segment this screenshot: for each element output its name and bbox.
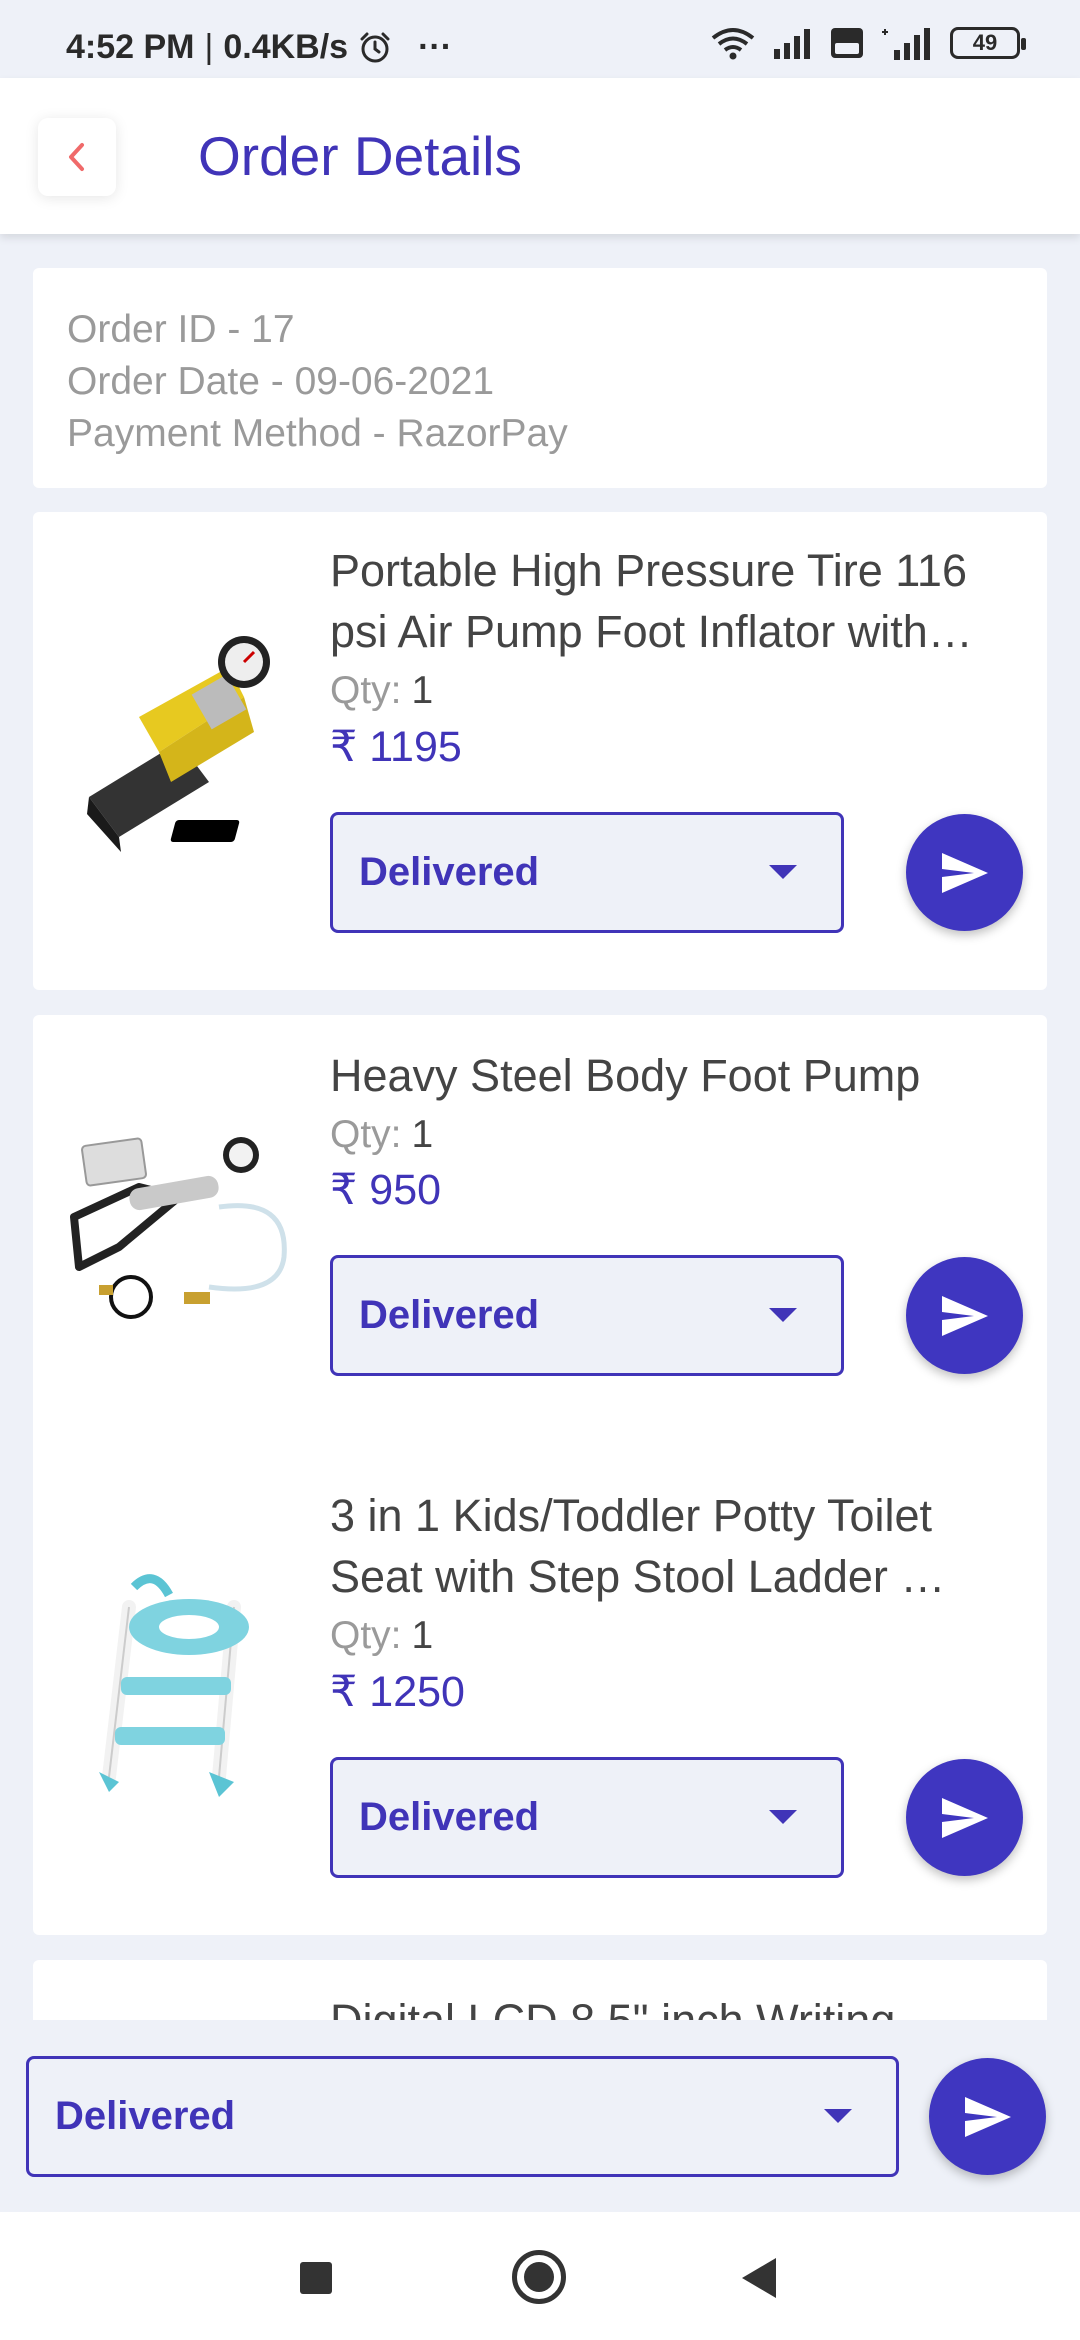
send-icon (941, 1295, 988, 1336)
status-time: 4:52 PM (66, 28, 195, 66)
status-dropdown-value: Delivered (359, 1293, 540, 1337)
status-dropdown[interactable]: Delivered (330, 1757, 844, 1878)
send-button[interactable] (906, 814, 1023, 931)
status-separator: | (204, 28, 214, 66)
product-name: Heavy Steel Body Foot Pump (330, 1050, 921, 1101)
back-arrow-icon (69, 143, 84, 171)
bulk-status-dropdown[interactable]: Delivered (26, 2056, 899, 2177)
bulk-status-panel: Delivered (0, 2022, 1080, 2212)
order-info-card: Order ID - 17 Order Date - 09-06-2021 Pa… (33, 268, 1047, 488)
product-price: ₹ 1250 (330, 1668, 465, 1716)
product-name: 3 in 1 Kids/Toddler Potty Toilet Seat wi… (330, 1490, 946, 1602)
volte-icon (831, 28, 863, 58)
product-card: 3 in 1 Kids/Toddler Potty Toilet Seat wi… (33, 1457, 1047, 1935)
dropdown-caret-icon (769, 865, 797, 879)
qty-value: 1 (411, 1113, 434, 1156)
status-dropdown-value: Delivered (359, 1795, 540, 1839)
page-title: Order Details (198, 125, 522, 187)
more-notifications-icon: ··· (418, 28, 453, 66)
send-icon (941, 1797, 988, 1838)
qty-label: Qty: (330, 669, 402, 712)
dropdown-caret-icon (769, 1308, 797, 1322)
dropdown-caret-icon (824, 2109, 852, 2123)
alarm-icon (360, 32, 390, 62)
product-price: ₹ 1195 (330, 723, 462, 771)
qty-label: Qty: (330, 1113, 402, 1156)
send-icon (941, 852, 988, 893)
wifi-icon (711, 28, 755, 60)
app-bar: Order Details (0, 78, 1080, 234)
product-image-potty-seat (59, 1567, 309, 1817)
product-name: Portable High Pressure Tire 116 psi Air … (330, 545, 973, 657)
recents-icon[interactable] (300, 2262, 332, 2294)
qty-value: 1 (411, 669, 434, 712)
signal-icon (774, 29, 810, 59)
signal-4g-icon (882, 28, 930, 60)
product-image-badge: 0532 (237, 824, 266, 839)
order-date: Order Date - 09-06-2021 (67, 360, 495, 403)
send-icon (964, 2096, 1011, 2137)
status-bar: 4:52 PM | 0.4KB/s ··· 49 (0, 0, 1080, 78)
product-qty: Qty: 1 (330, 1614, 433, 1658)
status-right: 49 (710, 26, 1026, 60)
product-card: Digital LCD 8.5" inch Writing (33, 1960, 1047, 2020)
home-icon[interactable] (512, 2250, 566, 2304)
battery-icon: 49 (950, 27, 1026, 59)
product-image-air-pump: 0532 (59, 622, 309, 872)
bulk-send-button[interactable] (929, 2058, 1046, 2175)
status-network-speed: 0.4KB/s (223, 28, 349, 66)
send-button[interactable] (906, 1257, 1023, 1374)
product-card: Heavy Steel Body Foot Pump Qty: 1 ₹ 950 D… (33, 1015, 1047, 1493)
qty-label: Qty: (330, 1614, 402, 1657)
payment-method: Payment Method - RazorPay (67, 412, 568, 455)
status-dropdown[interactable]: Delivered (330, 812, 844, 933)
system-nav-bar (0, 2212, 1080, 2340)
product-image-foot-pump (59, 1097, 309, 1347)
status-dropdown[interactable]: Delivered (330, 1255, 844, 1376)
dropdown-caret-icon (769, 1810, 797, 1824)
product-qty: Qty: 1 (330, 669, 433, 713)
send-button[interactable] (906, 1759, 1023, 1876)
status-left: 4:52 PM | 0.4KB/s ··· (66, 28, 452, 67)
product-price: ₹ 950 (330, 1166, 442, 1214)
system-back-icon[interactable] (742, 2258, 776, 2298)
back-button[interactable] (38, 118, 116, 196)
qty-value: 1 (411, 1614, 434, 1657)
bulk-status-value: Delivered (55, 2094, 236, 2138)
status-dropdown-value: Delivered (359, 850, 540, 894)
product-qty: Qty: 1 (330, 1113, 433, 1157)
order-id: Order ID - 17 (67, 308, 295, 351)
product-card: 0532 Portable High Pressure Tire 116 psi… (33, 512, 1047, 990)
product-name: Digital LCD 8.5" inch Writing (330, 1990, 1030, 2020)
